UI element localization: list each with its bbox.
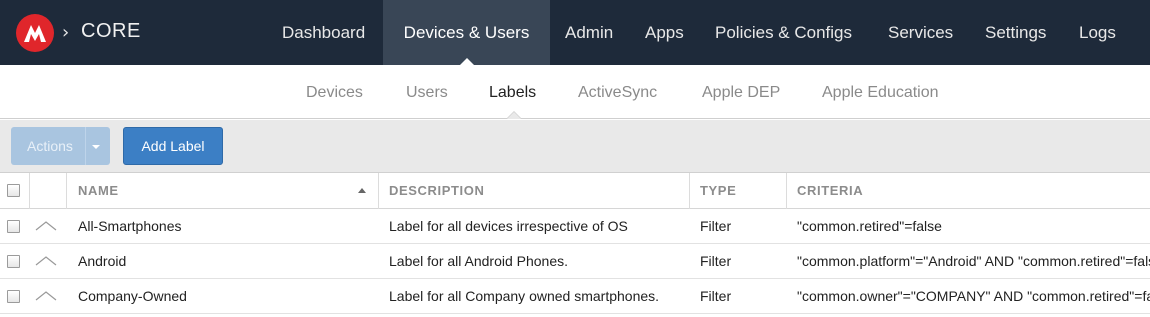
- nav-apps[interactable]: Apps: [631, 0, 698, 65]
- row-checkbox[interactable]: [7, 289, 20, 303]
- chevron-down-icon: [92, 145, 100, 149]
- row-checkbox[interactable]: [7, 219, 20, 233]
- expand-chevron-icon[interactable]: [35, 209, 57, 243]
- label-type: Filter: [700, 288, 732, 304]
- subnav-users[interactable]: Users: [406, 84, 448, 102]
- label-criteria: "common.retired"=false: [797, 218, 942, 234]
- column-header-description[interactable]: DESCRIPTION: [389, 173, 484, 208]
- label-name: Android: [78, 253, 127, 269]
- add-label-button[interactable]: Add Label: [123, 127, 223, 165]
- column-header-criteria[interactable]: CRITERIA: [797, 173, 863, 208]
- label-criteria: "common.platform"="Android" AND "common.…: [797, 253, 1150, 269]
- column-header-name[interactable]: NAME: [78, 173, 378, 208]
- subnav-apple-dep[interactable]: Apple DEP: [702, 84, 780, 102]
- nav-settings[interactable]: Settings: [971, 0, 1060, 65]
- table-header-row: NAME DESCRIPTION TYPE CRITERIA: [0, 173, 1150, 209]
- label-type: Filter: [700, 218, 732, 234]
- label-criteria: "common.owner"="COMPANY" AND "common.ret…: [797, 288, 1150, 304]
- nav-policies-configs[interactable]: Policies & Configs: [701, 0, 866, 65]
- subnav-activesync[interactable]: ActiveSync: [578, 84, 657, 102]
- label-name: All-Smartphones: [78, 218, 182, 234]
- sub-nav-bar: Devices Users Labels ActiveSync Apple DE…: [0, 65, 1150, 119]
- label-name: Company-Owned: [78, 288, 187, 304]
- nav-logs[interactable]: Logs: [1065, 0, 1130, 65]
- actions-dropdown-button[interactable]: Actions: [11, 127, 110, 165]
- expand-chevron-icon[interactable]: [35, 279, 57, 313]
- top-nav-bar: › CORE Dashboard Devices & Users Admin A…: [0, 0, 1150, 65]
- table-row[interactable]: Android Label for all Android Phones. Fi…: [0, 244, 1150, 279]
- select-all-checkbox-cell: [7, 173, 20, 208]
- column-header-name-label: NAME: [78, 183, 119, 198]
- select-all-checkbox[interactable]: [7, 184, 20, 197]
- column-header-type[interactable]: TYPE: [700, 173, 736, 208]
- active-nav-indicator: [460, 58, 474, 65]
- actions-button-label: Actions: [27, 138, 73, 154]
- nav-devices-users[interactable]: Devices & Users: [383, 0, 550, 65]
- mobileiron-logo-icon[interactable]: [16, 14, 54, 52]
- label-description: Label for all Android Phones.: [389, 253, 569, 269]
- subnav-labels[interactable]: Labels: [489, 84, 536, 102]
- nav-dashboard[interactable]: Dashboard: [268, 0, 379, 65]
- nav-admin[interactable]: Admin: [551, 0, 627, 65]
- subnav-apple-education[interactable]: Apple Education: [822, 84, 939, 102]
- breadcrumb-separator: ›: [62, 22, 70, 43]
- label-description: Label for all Company owned smartphones.: [389, 288, 660, 304]
- app-name: CORE: [81, 20, 141, 42]
- nav-services[interactable]: Services: [874, 0, 967, 65]
- label-description: Label for all devices irrespective of OS: [389, 218, 628, 234]
- table-row[interactable]: All-Smartphones Label for all devices ir…: [0, 209, 1150, 244]
- sort-ascending-icon[interactable]: [358, 173, 366, 208]
- label-type: Filter: [700, 253, 732, 269]
- active-subnav-indicator-fill: [507, 112, 521, 119]
- row-checkbox[interactable]: [7, 254, 20, 268]
- table-row[interactable]: Company-Owned Label for all Company owne…: [0, 279, 1150, 314]
- expand-chevron-icon[interactable]: [35, 244, 57, 278]
- subnav-devices[interactable]: Devices: [306, 84, 363, 102]
- button-divider: [85, 127, 86, 165]
- toolbar: Actions Add Label: [0, 120, 1150, 173]
